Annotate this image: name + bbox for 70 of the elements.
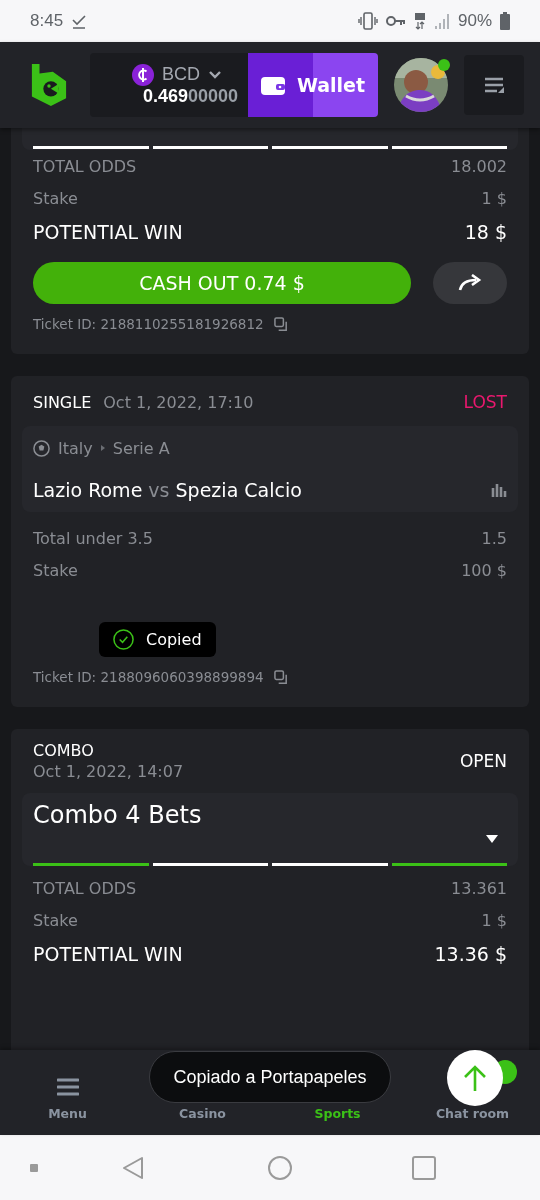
league-name: Serie A	[112, 438, 170, 458]
row-value: 100 $	[461, 560, 507, 580]
win-label: POTENTIAL WIN	[33, 943, 183, 965]
wallet-button[interactable]: Wallet	[248, 53, 378, 117]
win-amount: 18 $	[464, 221, 507, 243]
network-icon	[413, 12, 426, 30]
row-label: Stake	[33, 910, 78, 930]
signal-icon	[433, 13, 450, 29]
caret-down-icon[interactable]	[486, 835, 498, 843]
combo-title: Combo 4 Bets	[33, 801, 202, 829]
win-amount: 13.36 $	[434, 943, 507, 965]
balance-panel[interactable]: BCD 0.46900000	[90, 53, 248, 117]
battery-level: 90%	[457, 11, 492, 31]
wallet-icon	[260, 75, 285, 95]
stats-icon[interactable]	[491, 483, 507, 497]
tooltip-text: Copied	[146, 630, 202, 649]
row-label: Stake	[33, 560, 78, 580]
menu-icon	[56, 1078, 79, 1096]
bet-date: Oct 1, 2022, 17:10	[103, 392, 254, 412]
row-label: Total under 3.5	[33, 528, 153, 548]
row-label: TOTAL ODDS	[33, 156, 137, 176]
bet-type: SINGLE	[33, 392, 92, 412]
row-value: 18.002	[451, 156, 507, 176]
menu-icon	[484, 77, 504, 93]
copy-icon[interactable]	[273, 316, 289, 332]
soccer-ball-icon	[33, 439, 50, 457]
combo-panel[interactable]: Combo 4 Bets	[22, 793, 518, 866]
row-value: 13.361	[451, 878, 507, 898]
check-icon	[71, 13, 88, 29]
arrow-up-icon	[463, 1064, 487, 1092]
menu-button[interactable]	[464, 55, 524, 115]
ticket-id: Ticket ID: 2188096060398899894	[33, 669, 264, 685]
nav-tab[interactable]: Sports	[314, 1106, 361, 1121]
bet-type: COMBO	[33, 741, 95, 760]
bet-status: OPEN	[459, 751, 507, 771]
ticket-id: Ticket ID: 2188110255181926812	[33, 316, 264, 332]
match-panel[interactable]: Italy Serie A Lazio Rome vs Spezia Calcio	[22, 426, 518, 512]
bet-status: LOST	[463, 392, 507, 412]
check-circle-icon	[113, 629, 134, 650]
share-icon	[458, 274, 482, 292]
scroll-top-button[interactable]	[447, 1050, 503, 1106]
nav-tab[interactable]: Chat room	[435, 1106, 510, 1121]
nav-tab[interactable]: Casino	[179, 1106, 226, 1121]
nav-tab[interactable]: Menu	[48, 1078, 87, 1121]
chevron-down-icon[interactable]	[208, 69, 222, 80]
country-name: Italy	[58, 438, 93, 458]
row-value: 1.5	[481, 528, 507, 548]
row-label: Stake	[33, 188, 78, 208]
copy-icon[interactable]	[273, 669, 289, 685]
battery-icon	[500, 12, 510, 30]
match-teams: Lazio Rome vs Spezia Calcio	[33, 479, 302, 501]
logo-icon[interactable]	[30, 62, 68, 108]
clock-time: 8:45	[30, 11, 64, 31]
balance-amount: 0.46900000	[142, 85, 238, 107]
home-icon[interactable]	[268, 1155, 292, 1180]
copied-toast: Copiado a Portapapeles	[149, 1051, 391, 1103]
recents-icon[interactable]	[412, 1155, 436, 1180]
breadcrumb-arrow-icon	[100, 445, 105, 451]
bet-date: Oct 1, 2022, 14:07	[33, 762, 184, 781]
currency-name: BCD	[162, 64, 200, 85]
vibrate-icon	[357, 12, 378, 30]
share-button[interactable]	[433, 262, 507, 304]
back-icon[interactable]	[122, 1155, 144, 1180]
row-label: TOTAL ODDS	[33, 878, 137, 898]
key-icon	[385, 15, 406, 27]
row-value: 1 $	[481, 910, 507, 930]
coin-icon	[132, 63, 154, 86]
row-value: 1 $	[481, 188, 507, 208]
cash-out-button[interactable]: CASH OUT 0.74 $	[33, 262, 411, 304]
win-label: POTENTIAL WIN	[33, 221, 183, 243]
